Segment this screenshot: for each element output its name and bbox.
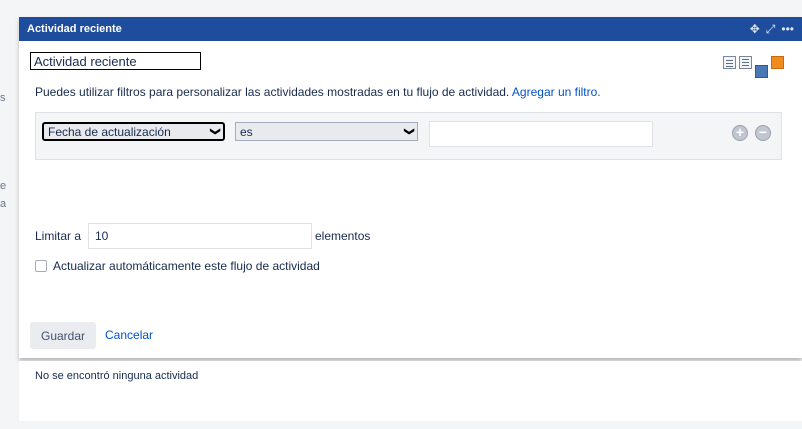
filter-operator-select[interactable]: es ❯ (235, 122, 418, 141)
filter-field-value: Fecha de actualización (48, 124, 171, 139)
remove-filter-icon[interactable]: − (755, 125, 771, 141)
background-fragment: s (0, 92, 6, 104)
limit-input[interactable] (88, 223, 312, 249)
auto-refresh-row[interactable]: Actualizar automáticamente este flujo de… (35, 259, 320, 273)
empty-feed-message: No se encontró ninguna actividad (35, 370, 199, 382)
add-filter-link[interactable]: Agregar un filtro. (512, 85, 601, 99)
activity-gadget: Actividad reciente ✥ ⤢ ••• Puedes utiliz… (19, 17, 802, 358)
maximize-icon[interactable]: ⤢ (766, 23, 776, 35)
view-mode-icons (723, 56, 784, 78)
filter-value-input[interactable] (429, 121, 653, 147)
more-options-icon[interactable]: ••• (781, 23, 794, 35)
chevron-down-icon: ❯ (403, 127, 415, 136)
filter-operator-value: es (240, 124, 253, 139)
config-view-icon[interactable] (755, 65, 768, 78)
limit-label: Limitar a (35, 229, 82, 243)
limit-suffix: elementos (315, 229, 371, 243)
filter-row: Fecha de actualización ❯ es ❯ + − (35, 112, 782, 160)
cancel-link[interactable]: Cancelar (105, 328, 153, 342)
background-fragment: e (0, 180, 7, 192)
move-icon[interactable]: ✥ (750, 23, 760, 35)
gadget-title: Actividad reciente (27, 23, 122, 35)
gadget-name-input[interactable] (30, 52, 201, 70)
list-view-icon[interactable] (723, 56, 736, 69)
detailed-view-icon[interactable] (739, 56, 752, 69)
filter-field-select[interactable]: Fecha de actualización ❯ (42, 122, 225, 141)
add-filter-icon[interactable]: + (732, 125, 748, 141)
auto-refresh-checkbox[interactable] (35, 260, 47, 272)
gadget-title-bar: Actividad reciente ✥ ⤢ ••• (19, 17, 802, 41)
filter-help-text: Puedes utilizar filtros para personaliza… (35, 85, 510, 99)
chevron-down-icon: ❯ (209, 127, 221, 136)
filter-help: Puedes utilizar filtros para personaliza… (35, 85, 601, 99)
background-fragment: a (0, 198, 7, 210)
rss-icon[interactable] (771, 56, 784, 69)
activity-feed: No se encontró ninguna actividad (19, 361, 802, 421)
auto-refresh-label: Actualizar automáticamente este flujo de… (53, 259, 320, 273)
save-button[interactable]: Guardar (30, 322, 96, 349)
